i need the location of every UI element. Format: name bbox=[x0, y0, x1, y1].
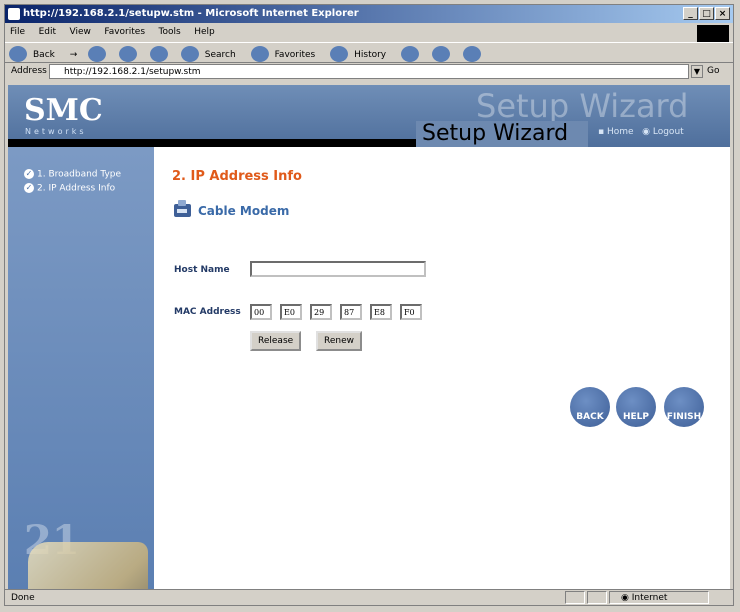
section-title: 2. IP Address Info bbox=[172, 169, 302, 184]
host-name-label: Host Name bbox=[174, 265, 230, 275]
home-link-label: Home bbox=[606, 127, 634, 137]
back-label: Back bbox=[33, 49, 55, 60]
windows-logo-icon bbox=[697, 25, 729, 43]
forward-button[interactable]: → bbox=[66, 47, 82, 63]
sidebar-item-broadband-type[interactable]: ✓ 1. Broadband Type bbox=[24, 169, 121, 180]
page-title: Setup Wizard bbox=[416, 121, 588, 147]
host-name-input[interactable] bbox=[250, 261, 426, 277]
mac-octet-3[interactable] bbox=[310, 304, 332, 320]
zone-label: Internet bbox=[631, 593, 668, 603]
minimize-button[interactable]: _ bbox=[683, 7, 698, 20]
status-bar: Done ◉ Internet bbox=[5, 589, 733, 606]
status-segment bbox=[565, 591, 585, 604]
menu-edit[interactable]: Edit bbox=[34, 25, 61, 39]
print-icon bbox=[431, 46, 450, 62]
sidebar: ✓ 1. Broadband Type ✓ 2. IP Address Info 2… bbox=[8, 147, 154, 589]
search-label: Search bbox=[204, 49, 236, 60]
search-icon bbox=[180, 46, 199, 62]
edit-icon bbox=[462, 46, 481, 62]
keyboard-illustration bbox=[28, 542, 148, 589]
sidebar-item-label: 2. IP Address Info bbox=[37, 183, 116, 194]
refresh-icon bbox=[119, 46, 138, 62]
stop-icon bbox=[88, 46, 107, 62]
header-nav: ▪ Home ◉ Logout bbox=[598, 127, 684, 137]
menu-view[interactable]: View bbox=[65, 25, 96, 39]
mac-octet-5[interactable] bbox=[370, 304, 392, 320]
menu-favorites[interactable]: Favorites bbox=[99, 25, 150, 39]
menu-tools[interactable]: Tools bbox=[154, 25, 186, 39]
back-button[interactable]: BACK bbox=[570, 387, 610, 427]
mac-octet-1[interactable] bbox=[250, 304, 272, 320]
brand-logo: SMC bbox=[24, 93, 103, 128]
main-panel: 2. IP Address Info Cable Modem Host Name… bbox=[154, 147, 730, 589]
favorites-label: Favorites bbox=[274, 49, 316, 60]
cable-modem-icon bbox=[174, 200, 191, 217]
close-button[interactable]: × bbox=[715, 7, 730, 20]
mac-address-label: MAC Address bbox=[174, 307, 241, 317]
status-text: Done bbox=[11, 593, 35, 603]
home-link[interactable]: ▪ Home bbox=[598, 127, 634, 137]
mac-octet-2[interactable] bbox=[280, 304, 302, 320]
history-icon bbox=[330, 46, 349, 62]
status-segment bbox=[587, 591, 607, 604]
mac-octet-6[interactable] bbox=[400, 304, 422, 320]
logout-link-label: Logout bbox=[652, 127, 684, 137]
header-banner: SMC Networks Setup Wizard Setup Wizard ▪… bbox=[8, 85, 730, 147]
address-dropdown-icon[interactable]: ▼ bbox=[691, 65, 703, 78]
window-title: http://192.168.2.1/setupw.stm - Microsof… bbox=[23, 8, 359, 19]
mac-octet-4[interactable] bbox=[340, 304, 362, 320]
menu-help[interactable]: Help bbox=[189, 25, 220, 39]
ie-icon bbox=[8, 8, 20, 20]
favorites-icon bbox=[250, 46, 269, 62]
finish-button[interactable]: FINISH bbox=[664, 387, 704, 427]
check-icon: ✓ bbox=[24, 183, 34, 193]
menu-bar: File Edit View Favorites Tools Help bbox=[5, 24, 733, 43]
mail-icon bbox=[401, 46, 420, 62]
menu-file[interactable]: File bbox=[5, 25, 30, 39]
title-bar: http://192.168.2.1/setupw.stm - Microsof… bbox=[5, 5, 733, 23]
check-icon: ✓ bbox=[24, 169, 34, 179]
release-button[interactable]: Release bbox=[250, 331, 302, 351]
address-bar: Address http://192.168.2.1/setupw.stm ▼ … bbox=[5, 62, 733, 82]
go-button[interactable]: Go bbox=[707, 66, 719, 76]
sidebar-item-label: 1. Broadband Type bbox=[37, 169, 122, 180]
banner-watermark-title: Setup Wizard bbox=[476, 87, 689, 125]
brand-tagline: Networks bbox=[25, 127, 87, 136]
help-button[interactable]: HELP bbox=[616, 387, 656, 427]
maximize-button[interactable]: □ bbox=[699, 7, 714, 20]
logout-link[interactable]: ◉ Logout bbox=[642, 127, 684, 137]
address-label: Address bbox=[11, 66, 47, 76]
renew-button[interactable]: Renew bbox=[316, 331, 362, 351]
internet-zone: ◉ Internet bbox=[621, 593, 668, 603]
back-arrow-icon bbox=[9, 46, 27, 62]
browser-window: http://192.168.2.1/setupw.stm - Microsof… bbox=[4, 4, 734, 606]
sidebar-item-ip-address-info[interactable]: ✓ 2. IP Address Info bbox=[24, 183, 115, 194]
toolbar: Back → Search Favorites History bbox=[5, 42, 733, 63]
address-input[interactable]: http://192.168.2.1/setupw.stm bbox=[49, 64, 689, 79]
page-content: SMC Networks Setup Wizard Setup Wizard ▪… bbox=[8, 85, 730, 589]
home-icon bbox=[149, 46, 168, 62]
history-label: History bbox=[354, 49, 387, 60]
connection-type-label: Cable Modem bbox=[198, 204, 290, 218]
